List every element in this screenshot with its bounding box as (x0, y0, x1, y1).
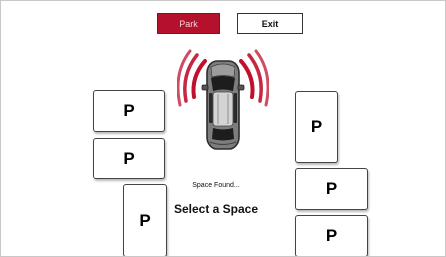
parking-space-right-2[interactable]: P (295, 168, 368, 210)
status-message: Space Found... (192, 182, 240, 189)
parking-space-left-3[interactable]: P (123, 184, 167, 256)
parking-space-right-3[interactable]: P (295, 215, 368, 256)
park-button[interactable]: Park (157, 13, 220, 34)
parking-space-right-1[interactable]: P (295, 91, 338, 163)
exit-button[interactable]: Exit (237, 13, 303, 34)
parking-assist-screen: Park Exit P P P P P P Space Found... Sel… (0, 0, 446, 257)
sensor-wave-right-icon (239, 49, 269, 107)
parking-space-left-2[interactable]: P (93, 138, 165, 179)
car-body-icon (201, 60, 245, 150)
select-space-prompt: Select a Space (173, 202, 259, 216)
sensor-wave-left-icon (177, 49, 207, 107)
parking-space-left-1[interactable]: P (93, 90, 165, 132)
car-top-view-icon (177, 49, 269, 150)
